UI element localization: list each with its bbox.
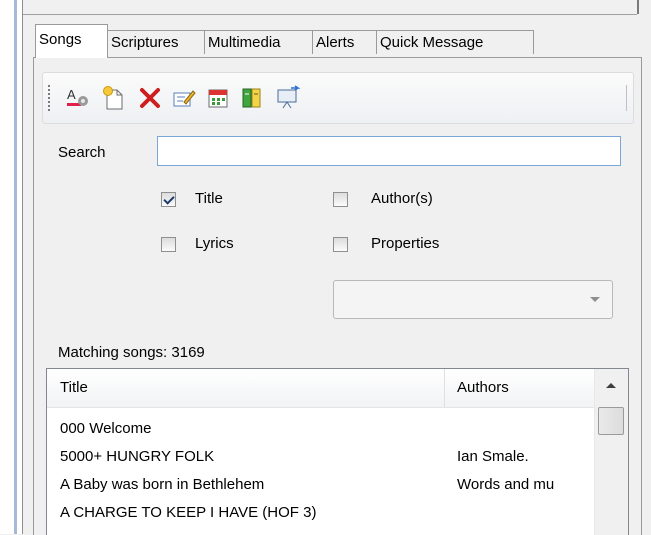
properties-checkbox[interactable] [333,237,348,252]
svg-text:A: A [67,87,76,102]
tab-scriptures[interactable]: Scriptures [107,30,205,54]
left-window-strip [0,0,22,534]
font-settings-icon[interactable]: A [65,85,91,111]
scrollbar-thumb[interactable] [598,407,624,435]
delete-icon[interactable] [137,85,163,111]
row-title: 5000+ HUNGRY FOLK [60,448,215,465]
tab-quick-message[interactable]: Quick Message [376,30,534,54]
songs-panel: A Search Title Author(s) Lyrics Properti… [33,57,642,535]
schedule-icon[interactable] [205,85,231,111]
search-input[interactable] [157,136,621,166]
list-rows: 000 Welcome 5000+ HUNGRY FOLK Ian Smale.… [47,415,594,527]
toolbar-end-separator [626,85,627,111]
table-row[interactable]: A CHARGE TO KEEP I HAVE (HOF 3) [47,499,594,527]
projector-icon[interactable] [275,85,301,111]
matching-songs-count: Matching songs: 3169 [58,344,205,361]
lyrics-checkbox[interactable] [161,237,176,252]
column-header-authors[interactable]: Authors [457,379,509,396]
tab-songs[interactable]: Songs [35,24,108,58]
lyrics-checkbox-label: Lyrics [195,235,234,252]
toolbar-grip[interactable] [48,85,50,111]
songs-list: Title Authors 000 Welcome 5000+ HUNGRY F… [46,368,629,535]
column-resize-handle[interactable] [444,369,445,407]
table-row[interactable]: 000 Welcome [47,415,594,443]
songs-toolbar: A [42,72,634,124]
book-icon[interactable] [239,85,265,111]
authors-checkbox[interactable] [333,192,348,207]
top-panel-edge [23,0,637,15]
left-splitter-bar[interactable] [14,0,17,534]
search-label: Search [58,144,106,161]
row-title: A Baby was born in Bethlehem [60,476,265,493]
edit-icon[interactable] [171,85,197,111]
tab-multimedia[interactable]: Multimedia [204,30,313,54]
tab-alerts[interactable]: Alerts [312,30,377,54]
row-title: 000 Welcome [60,420,152,437]
new-song-icon[interactable] [101,85,127,111]
list-header: Title Authors [47,369,594,408]
table-row[interactable]: A Baby was born in Bethlehem Words and m… [47,471,594,499]
scroll-up-arrow-icon[interactable] [606,383,616,388]
row-title: A CHARGE TO KEEP I HAVE (HOF 3) [60,504,317,521]
table-row[interactable]: 5000+ HUNGRY FOLK Ian Smale. [47,443,594,471]
title-checkbox-label: Title [195,190,223,207]
properties-checkbox-label: Properties [371,235,440,252]
authors-checkbox-label: Author(s) [371,190,433,207]
right-divider [637,0,639,14]
column-header-title[interactable]: Title [60,379,88,396]
list-scrollbar[interactable] [594,369,628,535]
title-checkbox[interactable] [161,192,176,207]
chevron-down-icon [590,297,600,302]
row-authors: Words and mu [457,476,555,493]
properties-select[interactable] [333,280,613,319]
left-divider [22,0,23,534]
row-authors: Ian Smale. [457,448,529,465]
